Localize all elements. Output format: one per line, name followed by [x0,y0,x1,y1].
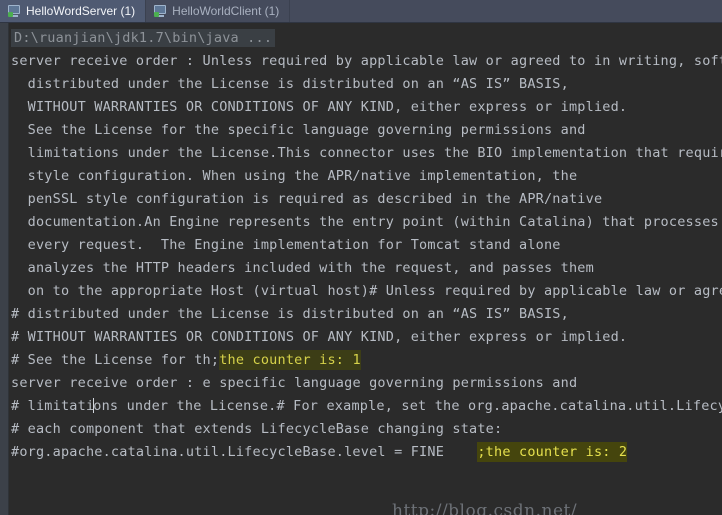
console-line-server-receive: server receive order : e specific langua… [11,372,722,395]
command-path-text: D:\ruanjian\jdk1.7\bin\java ... [11,29,276,47]
console-line: limitations under the License.This conne… [11,142,722,165]
console-output-panel[interactable]: D:\ruanjian\jdk1.7\bin\java ... server r… [0,23,722,515]
console-line: penSSL style configuration is required a… [11,188,722,211]
console-line: server receive order : Unless required b… [11,50,722,73]
console-line-text: See the License for the specific languag… [11,122,586,138]
console-line-with-caret: # limitations under the License.# For ex… [11,395,722,418]
console-line-text: server receive order : Unless required b… [11,53,722,69]
console-line-text-suffix: specific language governing permissions … [210,375,578,391]
console-line-text: documentation.An Engine represents the e… [11,214,719,230]
console-line-text: # limitati [11,398,95,414]
console-line-text: distributed under the License is distrib… [11,76,569,92]
console-line: # each component that extends LifecycleB… [11,418,722,441]
console-line-text: style configuration. When using the APR/… [11,168,578,184]
console-line-text: limitations under the License.This conne… [11,145,722,161]
counter-highlight-1: the counter is: 1 [219,350,361,370]
console-line: distributed under the License is distrib… [11,73,722,96]
console-line: # distributed under the License is distr… [11,303,722,326]
console-line: # WITHOUT WARRANTIES OR CONDITIONS OF AN… [11,326,722,349]
console-line-text: server receive order : e [11,375,211,391]
console-gutter [0,23,9,515]
console-line-text-after-caret: ons under the License.# For example, set… [93,398,722,414]
console-line-text: # See the License for th; [11,352,220,368]
console-line-text: #org.apache.catalina.util.LifecycleBase.… [11,444,478,460]
console-line: WITHOUT WARRANTIES OR CONDITIONS OF ANY … [11,96,722,119]
console-line: analyzes the HTTP headers included with … [11,257,722,280]
console-line-text: # each component that extends LifecycleB… [11,421,503,437]
tab-label: HelloWordServer (1) [26,4,136,18]
console-line: on to the appropriate Host (virtual host… [11,280,722,303]
counter-highlight-2: ;the counter is: 2 [477,442,628,462]
run-console-icon [8,5,21,17]
console-line-text: # WITHOUT WARRANTIES OR CONDITIONS OF AN… [11,329,628,345]
run-tool-window-tabbar: HelloWordServer (1) HelloWorldClient (1) [0,0,722,23]
tab-hello-world-client[interactable]: HelloWorldClient (1) [146,0,291,22]
console-line-counter-2: #org.apache.catalina.util.LifecycleBase.… [11,441,722,464]
console-line: documentation.An Engine represents the e… [11,211,722,234]
console-line-text: # distributed under the License is distr… [11,306,569,322]
console-line: style configuration. When using the APR/… [11,165,722,188]
console-line: See the License for the specific languag… [11,119,722,142]
watermark-url: http://blog.csdn.net/ [392,501,578,515]
console-command-line: D:\ruanjian\jdk1.7\bin\java ... [11,27,722,50]
console-line-text: WITHOUT WARRANTIES OR CONDITIONS OF ANY … [11,99,628,115]
console-line-text: on to the appropriate Host (virtual host… [11,283,722,299]
console-line-text: every request. The Engine implementation… [11,237,561,253]
console-lines: D:\ruanjian\jdk1.7\bin\java ... server r… [11,23,722,464]
tab-hello-word-server[interactable]: HelloWordServer (1) [0,0,147,22]
console-line: every request. The Engine implementation… [11,234,722,257]
tab-label: HelloWorldClient (1) [172,4,280,18]
console-line-counter-1: # See the License for th;the counter is:… [11,349,722,372]
console-line-text: penSSL style configuration is required a… [11,191,603,207]
run-console-icon [154,5,167,17]
console-line-text: analyzes the HTTP headers included with … [11,260,594,276]
watermark: http://blog.csdn.net/u010953692@53371342… [392,501,577,515]
